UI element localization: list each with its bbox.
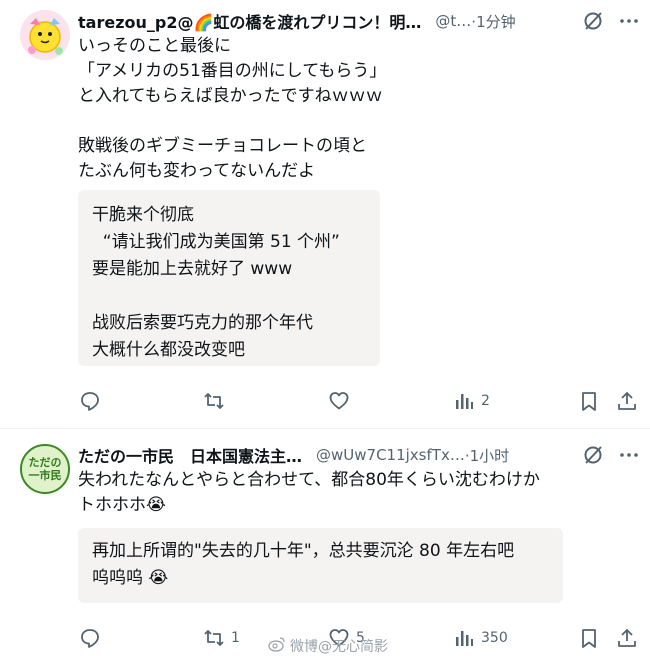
handle[interactable]: @wUw7C11jxsfTx…: [316, 446, 465, 464]
repost-count: 1: [231, 630, 240, 646]
translation-line: [92, 283, 366, 310]
bookmark-button[interactable]: [578, 390, 600, 412]
more-icon[interactable]: [618, 10, 640, 36]
repost-icon: [203, 390, 225, 412]
text-line: いっそのこと最後に: [78, 36, 231, 56]
timestamp[interactable]: ·1分钟: [471, 11, 515, 32]
handle[interactable]: @t…: [435, 12, 471, 30]
weibo-icon: [268, 636, 286, 656]
views-count: 350: [481, 630, 508, 646]
translation-line: 大概什么都没改变吧: [92, 340, 245, 360]
translation-line: 呜呜呜 😭: [92, 568, 169, 588]
repost-icon: [203, 627, 225, 649]
translation-box: 干脆来个彻底 “请让我们成为美国第 51 个州” 要是能加上去就好了 www 战…: [78, 190, 380, 366]
heart-icon: [328, 390, 350, 412]
timestamp[interactable]: ·1小时: [465, 445, 509, 466]
display-name[interactable]: tarezou_p2@🌈虹の橋を渡れプリコン！明…: [78, 9, 421, 33]
avatar[interactable]: [20, 10, 70, 60]
share-button[interactable]: [616, 627, 638, 649]
share-icon: [616, 390, 638, 412]
post-divider: [0, 428, 650, 429]
views-button[interactable]: 2: [453, 390, 490, 412]
display-name[interactable]: ただの一市民 日本国憲法主…: [78, 443, 302, 467]
repost-button[interactable]: 1: [203, 627, 240, 649]
translation-box: 再加上所谓的"失去的几十年"，总共要沉沦 80 年左右吧 呜呜呜 😭: [78, 528, 563, 603]
text-line: たぶん何も変わってないんだよ: [78, 161, 316, 181]
text-line: と入れてもらえば良かったですねｗｗｗ: [78, 86, 383, 106]
grok-icon[interactable]: [582, 10, 604, 36]
grok-icon[interactable]: [582, 444, 604, 470]
repost-button[interactable]: [203, 390, 231, 412]
bookmark-button[interactable]: [578, 627, 600, 649]
text-line: 「アメリカの51番目の州にしてもらう」: [78, 61, 387, 81]
avatar-label: ただの 一市民: [28, 456, 62, 482]
watermark: 微博@无心简影: [268, 636, 388, 656]
text-line: 敗戦後のギブミーチョコレートの頃と: [78, 136, 367, 156]
translation-line: 要是能加上去就好了 www: [92, 259, 293, 279]
translation-line: “请让我们成为美国第 51 个州”: [92, 232, 340, 252]
text-line: 失われたなんとやらと合わせて、都合80年くらい沈むわけか: [78, 470, 540, 490]
more-icon[interactable]: [618, 444, 640, 470]
watermark-text: 微博@无心简影: [290, 639, 388, 655]
bookmark-icon: [578, 627, 600, 649]
translation-line: 干脆来个彻底: [92, 205, 194, 225]
text-line: [78, 109, 608, 134]
views-count: 2: [481, 393, 490, 409]
views-icon: [453, 390, 475, 412]
header-icons: [582, 444, 640, 470]
post-header: ただの一市民 日本国憲法主… @wUw7C11jxsfTx… ·1小时: [78, 442, 509, 468]
post-text: 失われたなんとやらと合わせて、都合80年くらい沈むわけか トホホホ😭: [78, 468, 638, 518]
reply-icon: [79, 627, 101, 649]
share-button[interactable]: [616, 390, 638, 412]
post-header: tarezou_p2@🌈虹の橋を渡れプリコン！明… @t… ·1分钟: [78, 8, 516, 34]
bookmark-icon: [578, 390, 600, 412]
share-icon: [616, 627, 638, 649]
translation-line: 战败后索要巧克力的那个年代: [92, 313, 313, 333]
translation-line: 再加上所谓的"失去的几十年"，总共要沉沦 80 年左右吧: [92, 541, 515, 561]
action-bar: 2: [0, 390, 650, 416]
reply-button[interactable]: [79, 390, 107, 412]
views-button[interactable]: 350: [453, 627, 508, 649]
text-line: トホホホ😭: [78, 495, 166, 515]
like-button[interactable]: [328, 390, 356, 412]
views-icon: [453, 627, 475, 649]
reply-icon: [79, 390, 101, 412]
post-text: いっそのこと最後に 「アメリカの51番目の州にしてもらう」 と入れてもらえば良か…: [78, 34, 608, 184]
reply-button[interactable]: [79, 627, 107, 649]
avatar[interactable]: ただの 一市民: [20, 444, 70, 494]
header-icons: [582, 10, 640, 36]
